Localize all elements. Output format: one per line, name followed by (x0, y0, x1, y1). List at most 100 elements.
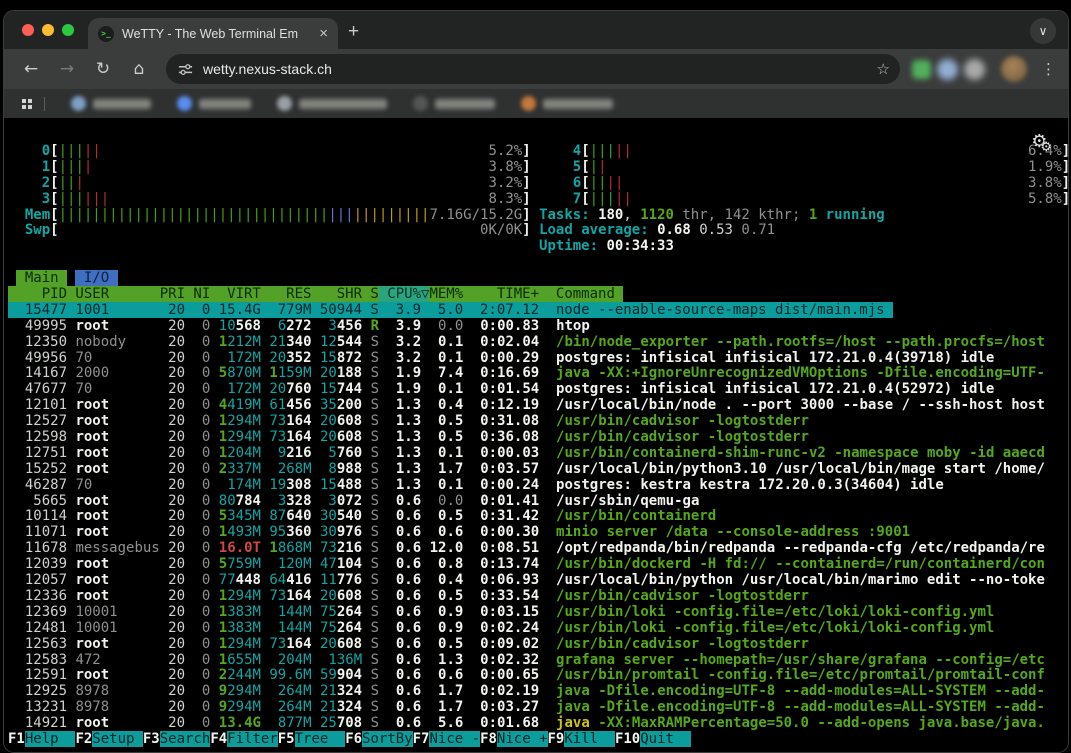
swap-meter-load-line: Swp[ 0K/0K] Load average: 0.68 0.53 0.71 (8, 223, 1068, 239)
process-row-12336[interactable]: 12336 root 20 0 1294M 73164 20608 S 0.6 … (8, 589, 1068, 605)
text-run: 0.6 (387, 588, 421, 604)
apps-grid-icon[interactable] (22, 99, 32, 109)
process-row-12039[interactable]: 12039 root 20 0 5759M 120M 47104 S 0.6 0… (8, 557, 1068, 573)
text-run (210, 540, 218, 556)
site-settings-icon[interactable] (178, 62, 193, 77)
fkey-label-nice -[interactable]: Nice - (429, 731, 480, 747)
fkey-label-search[interactable]: Search (160, 731, 211, 747)
process-row-11678[interactable]: 11678 messagebus 20 0 16.0T 1868M 73216 … (8, 541, 1068, 557)
fkey-label-tree[interactable]: Tree (295, 731, 346, 747)
back-button[interactable]: ← (16, 59, 46, 79)
process-row-12591[interactable]: 12591 root 20 0 2244M 99.6M 59904 S 0.6 … (8, 668, 1068, 684)
profile-avatar[interactable] (1001, 56, 1027, 82)
fkey-number[interactable]: F2 (75, 731, 92, 747)
process-row-47677[interactable]: 47677 70 20 0 172M 20760 15744 S 1.9 0.1… (8, 382, 1068, 398)
text-run: 0 (193, 397, 210, 413)
process-row-12101[interactable]: 12101 root 20 0 4419M 61456 35200 S 1.3 … (8, 398, 1068, 414)
text-run: 294M (227, 699, 261, 715)
fkey-label-quit[interactable]: Quit (640, 731, 691, 747)
window-zoom-button[interactable] (62, 24, 74, 36)
fkey-label-help[interactable]: Help (25, 731, 76, 747)
process-row-14921[interactable]: 14921 root 20 0 13.4G 877M 25708 S 0.6 5… (8, 716, 1068, 732)
process-row-12583[interactable]: 12583 472 20 0 1655M 204M 136M S 0.6 1.3… (8, 653, 1068, 669)
fkey-number[interactable]: F1 (8, 731, 25, 747)
extension-icon-gray[interactable] (964, 59, 985, 80)
process-row-14167[interactable]: 14167 2000 20 0 5870M 1159M 20188 S 1.9 … (8, 366, 1068, 382)
htop-tab-io[interactable]: I/O (75, 270, 117, 286)
fkey-label-nice +[interactable]: Nice + (497, 731, 548, 747)
browser-tab-wetty[interactable]: >_ WeTTY - The Web Terminal Em × (88, 18, 338, 49)
window-close-button[interactable] (22, 24, 34, 36)
process-table-header[interactable]: PID USER PRI NI VIRT RES SHR S CPU%▽MEM%… (8, 287, 1068, 303)
column-headers[interactable]: MEM% TIME+ Command (429, 286, 623, 302)
wetty-terminal[interactable]: ⚙⚙ 0[||||| 5.2%] 4[||||| 6.4%] 1[|||| 3.… (4, 118, 1068, 752)
text-run: root (75, 445, 159, 461)
fkey-number[interactable]: F10 (615, 731, 640, 747)
fkey-number[interactable]: F6 (345, 731, 362, 747)
new-tab-button[interactable]: + (348, 21, 359, 43)
fkey-number[interactable]: F7 (413, 731, 430, 747)
fkey-label-setup[interactable]: Setup (92, 731, 143, 747)
fkey-number[interactable]: F3 (143, 731, 160, 747)
fkey-number[interactable]: F8 (480, 731, 497, 747)
bookmark-star-icon[interactable]: ☆ (877, 60, 890, 78)
fkey-label-sortby[interactable]: SortBy (362, 731, 413, 747)
process-row-13231[interactable]: 13231 8978 20 0 9294M 264M 21324 S 0.6 1… (8, 700, 1068, 716)
process-row-5665[interactable]: 5665 root 20 0 80784 3328 3072 S 0.6 0.0… (8, 494, 1068, 510)
text-run: 159M (278, 365, 312, 381)
bookmark-item-2[interactable] (177, 96, 251, 111)
extension-icon-blue[interactable] (937, 59, 958, 80)
tab-close-icon[interactable]: × (317, 26, 330, 41)
text-run: 0.6 (387, 508, 421, 524)
function-key-bar[interactable]: F1Help F2Setup F3SearchF4FilterF5Tree F6… (8, 732, 1068, 748)
process-row-12925[interactable]: 12925 8978 20 0 9294M 264M 21324 S 0.6 1… (8, 684, 1068, 700)
text-run: 73 (269, 636, 286, 652)
process-row-10114[interactable]: 10114 root 20 0 5345M 87640 30540 S 0.6 … (8, 509, 1068, 525)
text-run: 416 (286, 572, 311, 588)
process-row-49956[interactable]: 49956 70 20 0 172M 20352 15872 S 3.2 0.1… (8, 351, 1068, 367)
text-run: root (75, 493, 159, 509)
forward-button[interactable]: → (52, 59, 82, 79)
process-row-15252[interactable]: 15252 root 20 0 2337M 268M 8988 S 1.3 1.… (8, 462, 1068, 478)
home-button[interactable]: ⌂ (124, 59, 154, 79)
settings-gear-icon[interactable]: ⚙⚙ (1031, 134, 1052, 156)
process-row-11071[interactable]: 11071 root 20 0 1493M 95360 30976 S 0.6 … (8, 525, 1068, 541)
text-run: 1.9 (387, 365, 421, 381)
fkey-label-filter[interactable]: Filter (227, 731, 278, 747)
process-row-15477[interactable]: 15477 1001 20 0 15.4G 779M 50944 S 3.9 5… (8, 303, 1068, 319)
fkey-label-kill[interactable]: Kill (564, 731, 615, 747)
url-text[interactable]: wetty.nexus-stack.ch (203, 61, 867, 77)
bookmark-item-4[interactable] (413, 96, 495, 111)
process-row-12751[interactable]: 12751 root 20 0 1204M 9216 5760 S 1.3 0.… (8, 446, 1068, 462)
fkey-number[interactable]: F9 (548, 731, 565, 747)
bookmark-item-5[interactable] (521, 96, 613, 111)
process-row-12481[interactable]: 12481 10001 20 0 1383M 144M 75264 S 0.6 … (8, 621, 1068, 637)
sort-column-header-cpu[interactable]: CPU%▽ (379, 286, 430, 302)
address-bar[interactable]: wetty.nexus-stack.ch ☆ (166, 54, 900, 84)
text-run (421, 683, 429, 699)
browser-menu-icon[interactable]: ⋮ (1041, 60, 1056, 78)
process-row-12527[interactable]: 12527 root 20 0 1294M 73164 20608 S 1.3 … (8, 414, 1068, 430)
bookmark-item-3[interactable] (277, 96, 387, 111)
process-row-12057[interactable]: 12057 root 20 0 77448 64416 11776 S 0.6 … (8, 573, 1068, 589)
process-row-12563[interactable]: 12563 root 20 0 1294M 73164 20608 S 0.6 … (8, 637, 1068, 653)
bookmark-item-1[interactable] (71, 96, 151, 111)
process-row-12369[interactable]: 12369 10001 20 0 1383M 144M 75264 S 0.6 … (8, 605, 1068, 621)
process-row-12598[interactable]: 12598 root 20 0 1294M 73164 20608 S 1.3 … (8, 430, 1068, 446)
column-headers[interactable]: PID USER PRI NI VIRT RES SHR S (8, 286, 379, 302)
text-run: 7.4 (430, 365, 464, 381)
htop-tab-main[interactable]: Main (16, 270, 67, 286)
process-row-12350[interactable]: 12350 nobody 20 0 1212M 21340 12544 S 3.… (8, 335, 1068, 351)
extension-icon-green[interactable] (912, 60, 931, 79)
fkey-number[interactable]: F4 (210, 731, 227, 747)
htop-tabs-line[interactable]: Main I/O (8, 271, 1068, 287)
process-row-49995[interactable]: 49995 root 20 0 10568 6272 3456 R 3.9 0.… (8, 319, 1068, 335)
text-run: 20 (160, 350, 185, 366)
process-row-46287[interactable]: 46287 70 20 0 174M 19308 15488 S 1.3 0.1… (8, 478, 1068, 494)
text-run: 73 (269, 588, 286, 604)
text-run: 0:00.65 (472, 667, 539, 683)
window-minimize-button[interactable] (42, 24, 54, 36)
tab-search-button[interactable]: ∨ (1030, 18, 1056, 44)
reload-button[interactable]: ↻ (88, 59, 118, 79)
fkey-number[interactable]: F5 (278, 731, 295, 747)
